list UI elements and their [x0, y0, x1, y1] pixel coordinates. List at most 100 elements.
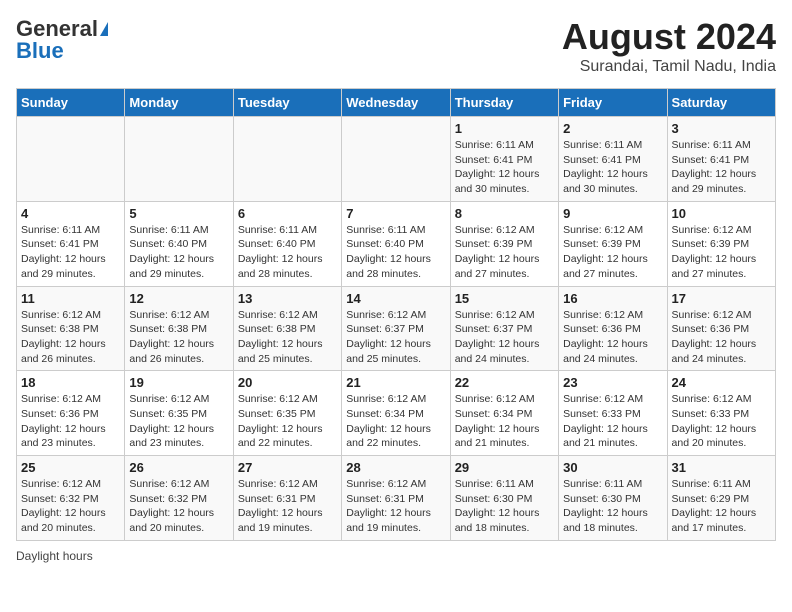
- calendar-week-row: 1 Sunrise: 6:11 AM Sunset: 6:41 PM Daylig…: [17, 117, 776, 202]
- day-info: Sunrise: 6:11 AM Sunset: 6:41 PM Dayligh…: [21, 223, 120, 282]
- day-info: Sunrise: 6:12 AM Sunset: 6:38 PM Dayligh…: [21, 308, 120, 367]
- calendar-cell: 27Sunrise: 6:12 AM Sunset: 6:31 PM Dayli…: [233, 456, 341, 541]
- calendar-cell: 20 Sunrise: 6:12 AM Sunset: 6:35 PM Dayli…: [233, 371, 341, 456]
- dow-header: Thursday: [450, 89, 558, 117]
- day-info: Sunrise: 6:12 AM Sunset: 6:33 PM Dayligh…: [672, 392, 771, 451]
- day-info: Sunrise: 6:12 AM Sunset: 6:32 PM Dayligh…: [129, 477, 228, 536]
- calendar-cell: 3 Sunrise: 6:11 AM Sunset: 6:41 PM Daylig…: [667, 117, 775, 202]
- calendar-week-row: 11 Sunrise: 6:12 AM Sunset: 6:38 PM Dayli…: [17, 286, 776, 371]
- day-info: Sunrise: 6:11 AM Sunset: 6:30 PM Dayligh…: [563, 477, 662, 536]
- calendar-cell: [17, 117, 125, 202]
- calendar-cell: 24 Sunrise: 6:12 AM Sunset: 6:33 PM Dayli…: [667, 371, 775, 456]
- day-info: Sunrise: 6:12 AM Sunset: 6:36 PM Dayligh…: [563, 308, 662, 367]
- calendar-cell: 15Sunrise: 6:12 AM Sunset: 6:37 PM Dayli…: [450, 286, 558, 371]
- day-number: 31: [672, 460, 771, 475]
- calendar-cell: 2 Sunrise: 6:11 AM Sunset: 6:41 PM Daylig…: [559, 117, 667, 202]
- day-number: 2: [563, 121, 662, 136]
- calendar-cell: 14Sunrise: 6:12 AM Sunset: 6:37 PM Dayli…: [342, 286, 450, 371]
- day-info: Sunrise: 6:12 AM Sunset: 6:38 PM Dayligh…: [238, 308, 337, 367]
- title-block: August 2024 Surandai, Tamil Nadu, India: [562, 16, 776, 76]
- day-info: Sunrise: 6:11 AM Sunset: 6:40 PM Dayligh…: [238, 223, 337, 282]
- calendar-cell: 19 Sunrise: 6:12 AM Sunset: 6:35 PM Dayli…: [125, 371, 233, 456]
- calendar-cell: 13 Sunrise: 6:12 AM Sunset: 6:38 PM Dayli…: [233, 286, 341, 371]
- day-number: 7: [346, 206, 445, 221]
- calendar-cell: 30 Sunrise: 6:11 AM Sunset: 6:30 PM Dayli…: [559, 456, 667, 541]
- day-number: 22: [455, 375, 554, 390]
- calendar-cell: 31Sunrise: 6:11 AM Sunset: 6:29 PM Dayli…: [667, 456, 775, 541]
- dow-header: Friday: [559, 89, 667, 117]
- day-number: 17: [672, 291, 771, 306]
- day-number: 30: [563, 460, 662, 475]
- day-info: Sunrise: 6:12 AM Sunset: 6:36 PM Dayligh…: [672, 308, 771, 367]
- calendar-cell: 5Sunrise: 6:11 AM Sunset: 6:40 PM Daylig…: [125, 201, 233, 286]
- calendar-cell: [342, 117, 450, 202]
- logo-blue: Blue: [16, 38, 64, 64]
- day-number: 15: [455, 291, 554, 306]
- day-number: 5: [129, 206, 228, 221]
- footer-text: Daylight hours: [16, 549, 93, 563]
- calendar-cell: 22Sunrise: 6:12 AM Sunset: 6:34 PM Dayli…: [450, 371, 558, 456]
- day-info: Sunrise: 6:12 AM Sunset: 6:33 PM Dayligh…: [563, 392, 662, 451]
- day-number: 11: [21, 291, 120, 306]
- dow-header: Tuesday: [233, 89, 341, 117]
- day-number: 6: [238, 206, 337, 221]
- day-number: 18: [21, 375, 120, 390]
- calendar-table: SundayMondayTuesdayWednesdayThursdayFrid…: [16, 88, 776, 541]
- day-number: 20: [238, 375, 337, 390]
- day-info: Sunrise: 6:12 AM Sunset: 6:32 PM Dayligh…: [21, 477, 120, 536]
- footer: Daylight hours: [16, 549, 776, 563]
- calendar-cell: 28 Sunrise: 6:12 AM Sunset: 6:31 PM Dayli…: [342, 456, 450, 541]
- calendar-cell: 21 Sunrise: 6:12 AM Sunset: 6:34 PM Dayli…: [342, 371, 450, 456]
- calendar-week-row: 25Sunrise: 6:12 AM Sunset: 6:32 PM Dayli…: [17, 456, 776, 541]
- day-number: 28: [346, 460, 445, 475]
- calendar-cell: 26 Sunrise: 6:12 AM Sunset: 6:32 PM Dayli…: [125, 456, 233, 541]
- calendar-cell: 6 Sunrise: 6:11 AM Sunset: 6:40 PM Daylig…: [233, 201, 341, 286]
- day-number: 16: [563, 291, 662, 306]
- subtitle: Surandai, Tamil Nadu, India: [562, 58, 776, 76]
- dow-header: Monday: [125, 89, 233, 117]
- calendar-cell: 10Sunrise: 6:12 AM Sunset: 6:39 PM Dayli…: [667, 201, 775, 286]
- day-info: Sunrise: 6:12 AM Sunset: 6:37 PM Dayligh…: [346, 308, 445, 367]
- day-number: 13: [238, 291, 337, 306]
- day-info: Sunrise: 6:11 AM Sunset: 6:41 PM Dayligh…: [455, 138, 554, 197]
- calendar-cell: [125, 117, 233, 202]
- dow-header: Saturday: [667, 89, 775, 117]
- day-number: 1: [455, 121, 554, 136]
- day-info: Sunrise: 6:12 AM Sunset: 6:38 PM Dayligh…: [129, 308, 228, 367]
- day-info: Sunrise: 6:11 AM Sunset: 6:41 PM Dayligh…: [672, 138, 771, 197]
- calendar-cell: 17 Sunrise: 6:12 AM Sunset: 6:36 PM Dayli…: [667, 286, 775, 371]
- day-info: Sunrise: 6:12 AM Sunset: 6:34 PM Dayligh…: [346, 392, 445, 451]
- calendar-week-row: 4 Sunrise: 6:11 AM Sunset: 6:41 PM Daylig…: [17, 201, 776, 286]
- calendar-cell: 7Sunrise: 6:11 AM Sunset: 6:40 PM Daylig…: [342, 201, 450, 286]
- calendar-week-row: 18Sunrise: 6:12 AM Sunset: 6:36 PM Dayli…: [17, 371, 776, 456]
- day-number: 10: [672, 206, 771, 221]
- day-info: Sunrise: 6:12 AM Sunset: 6:35 PM Dayligh…: [238, 392, 337, 451]
- day-number: 4: [21, 206, 120, 221]
- calendar-cell: 23 Sunrise: 6:12 AM Sunset: 6:33 PM Dayli…: [559, 371, 667, 456]
- day-number: 23: [563, 375, 662, 390]
- calendar-cell: 16 Sunrise: 6:12 AM Sunset: 6:36 PM Dayli…: [559, 286, 667, 371]
- day-number: 9: [563, 206, 662, 221]
- day-info: Sunrise: 6:12 AM Sunset: 6:31 PM Dayligh…: [346, 477, 445, 536]
- calendar-cell: 25Sunrise: 6:12 AM Sunset: 6:32 PM Dayli…: [17, 456, 125, 541]
- calendar-cell: 11 Sunrise: 6:12 AM Sunset: 6:38 PM Dayli…: [17, 286, 125, 371]
- day-info: Sunrise: 6:12 AM Sunset: 6:39 PM Dayligh…: [455, 223, 554, 282]
- day-number: 21: [346, 375, 445, 390]
- dow-header: Sunday: [17, 89, 125, 117]
- day-number: 3: [672, 121, 771, 136]
- day-info: Sunrise: 6:12 AM Sunset: 6:35 PM Dayligh…: [129, 392, 228, 451]
- day-number: 12: [129, 291, 228, 306]
- day-number: 24: [672, 375, 771, 390]
- day-number: 8: [455, 206, 554, 221]
- day-number: 19: [129, 375, 228, 390]
- day-number: 26: [129, 460, 228, 475]
- day-info: Sunrise: 6:12 AM Sunset: 6:39 PM Dayligh…: [563, 223, 662, 282]
- main-title: August 2024: [562, 16, 776, 58]
- day-number: 29: [455, 460, 554, 475]
- calendar-cell: 1 Sunrise: 6:11 AM Sunset: 6:41 PM Daylig…: [450, 117, 558, 202]
- day-info: Sunrise: 6:11 AM Sunset: 6:41 PM Dayligh…: [563, 138, 662, 197]
- calendar-cell: 18Sunrise: 6:12 AM Sunset: 6:36 PM Dayli…: [17, 371, 125, 456]
- calendar-cell: 29Sunrise: 6:11 AM Sunset: 6:30 PM Dayli…: [450, 456, 558, 541]
- dow-header: Wednesday: [342, 89, 450, 117]
- logo-triangle-icon: [100, 22, 108, 36]
